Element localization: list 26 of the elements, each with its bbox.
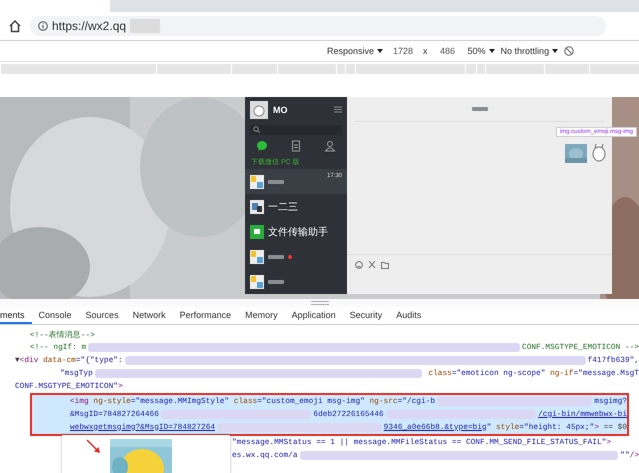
- caret-icon: [552, 49, 558, 53]
- devtools-tab[interactable]: ments: [0, 307, 32, 324]
- devtools-tab[interactable]: Sources: [78, 307, 126, 324]
- arrow: [86, 439, 102, 455]
- devtools-tab[interactable]: Audits: [389, 307, 428, 324]
- caret-icon: [488, 49, 495, 53]
- address-field[interactable]: https://wx2.qq: [30, 16, 606, 36]
- home-icon[interactable]: [8, 19, 22, 33]
- drag-handle-icon[interactable]: [310, 301, 328, 305]
- url-text: https://wx2.qq: [52, 19, 126, 33]
- times-sign: x: [423, 46, 428, 56]
- device-dropdown[interactable]: Responsive: [327, 46, 384, 56]
- devtools-tab[interactable]: Application: [284, 307, 343, 324]
- throttling-dropdown[interactable]: No throttling: [500, 46, 558, 56]
- width-field[interactable]: 1728: [389, 46, 418, 56]
- zoom-dropdown[interactable]: 50%: [468, 46, 495, 56]
- height-field[interactable]: 486: [434, 46, 462, 56]
- caret-icon: [377, 49, 384, 53]
- devtools-tab[interactable]: Performance: [172, 307, 238, 324]
- rotate-icon[interactable]: [564, 46, 574, 56]
- devtools-tab[interactable]: Console: [32, 307, 79, 324]
- devtools-tab[interactable]: Security: [342, 307, 390, 324]
- devtools-tab[interactable]: Network: [126, 307, 173, 324]
- info-icon: [38, 21, 48, 31]
- redaction-blur: [130, 19, 160, 33]
- devtools-tab[interactable]: Memory: [238, 307, 285, 324]
